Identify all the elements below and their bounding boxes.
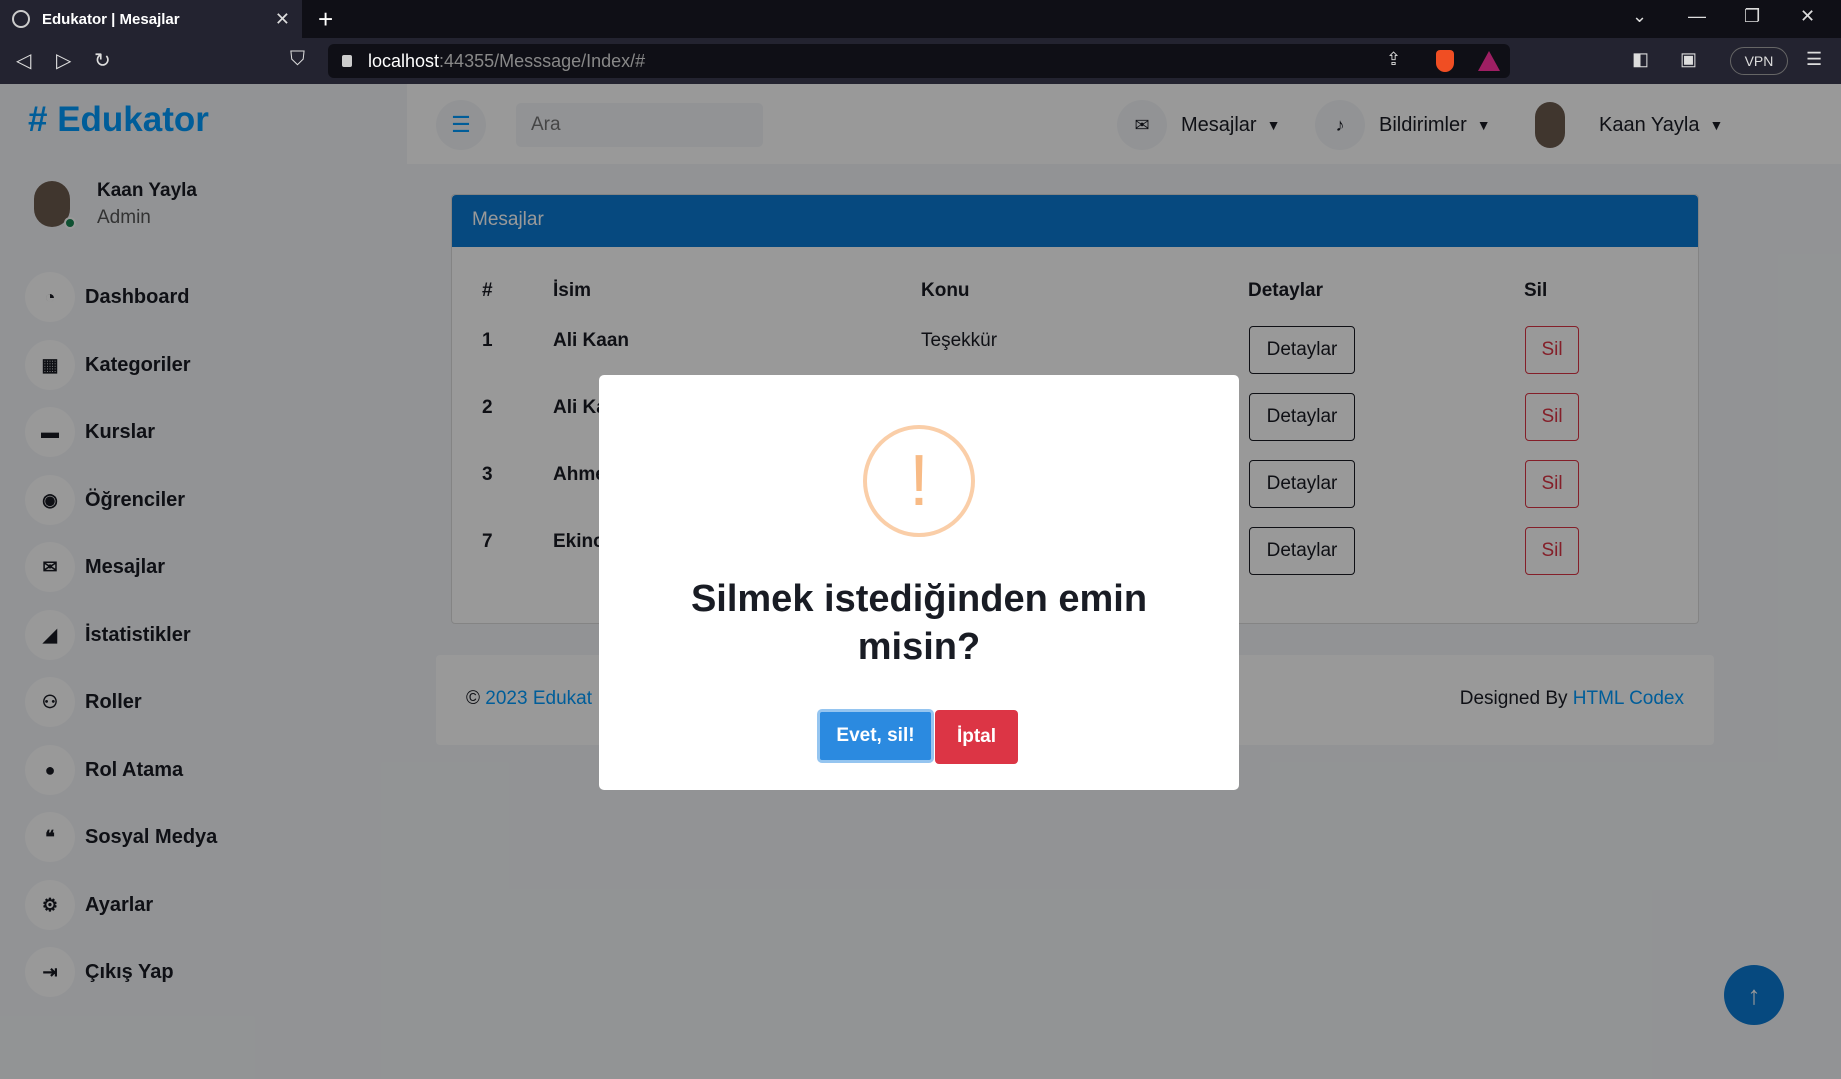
vpn-button[interactable]: VPN (1730, 47, 1788, 75)
confirm-delete-dialog: ! Silmek istediğinden emin misin? Evet, … (599, 375, 1239, 790)
wallet-icon[interactable]: ▣ (1680, 49, 1697, 70)
url-path: :44355/Messsage/Index/# (439, 50, 646, 71)
reload-icon[interactable]: ↻ (94, 48, 111, 73)
bookmark-icon[interactable]: ⛉ (290, 48, 305, 71)
back-icon[interactable]: ◁ (16, 48, 31, 73)
tab-close-icon[interactable]: ✕ (275, 9, 290, 30)
menu-icon[interactable]: ☰ (1806, 49, 1822, 70)
window-close-icon[interactable]: ✕ (1800, 6, 1815, 27)
restore-icon[interactable]: ❐ (1744, 6, 1760, 27)
address-bar[interactable]: localhost:44355/Messsage/Index/# (328, 44, 1510, 78)
url-host: localhost (368, 50, 440, 71)
browser-tab-bar: Edukator | Mesajlar ✕ + ⌄ — ❐ ✕ (0, 0, 1841, 38)
forward-icon[interactable]: ▷ (56, 48, 71, 73)
sidebar-toggle-icon[interactable]: ◧ (1632, 49, 1649, 70)
confirm-delete-button[interactable]: Evet, sil! (817, 709, 934, 763)
tab-list-icon[interactable]: ⌄ (1632, 6, 1647, 27)
browser-tab[interactable]: Edukator | Mesajlar ✕ (0, 0, 302, 38)
tab-title: Edukator | Mesajlar (42, 10, 180, 28)
share-icon[interactable]: ⇪ (1386, 49, 1401, 70)
cancel-button[interactable]: İptal (935, 710, 1018, 764)
brave-rewards-icon[interactable] (1478, 51, 1500, 71)
minimize-icon[interactable]: — (1688, 6, 1706, 27)
warning-icon: ! (863, 425, 975, 537)
new-tab-button[interactable]: + (318, 4, 333, 35)
dialog-title: Silmek istediğinden emin misin? (690, 578, 1148, 668)
lock-icon (342, 55, 352, 67)
globe-icon (12, 10, 30, 28)
brave-shield-icon[interactable] (1436, 50, 1454, 72)
